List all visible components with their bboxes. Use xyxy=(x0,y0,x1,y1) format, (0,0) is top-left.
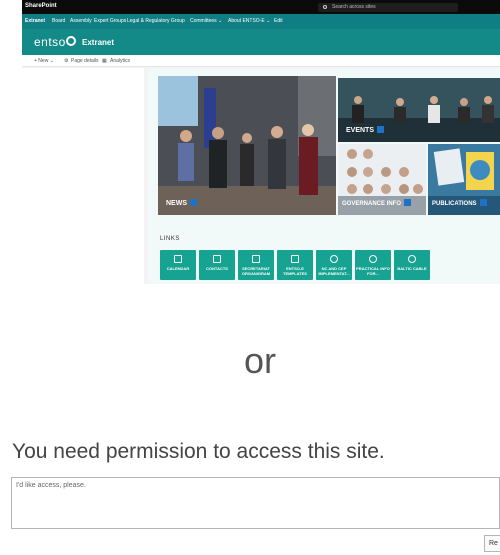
nav-item-committees[interactable]: Committees ⌄ xyxy=(190,18,222,24)
top-nav: Extranet Board Assembly Expert Groups Le… xyxy=(22,14,500,29)
links-heading: LINKS xyxy=(160,236,180,242)
quick-link-label: CONTACTS xyxy=(206,266,228,271)
arrow-icon xyxy=(190,199,197,206)
or-separator: or xyxy=(244,340,277,381)
governance-tile[interactable]: GOVERNANCE INFO xyxy=(338,144,426,215)
governance-label: GOVERNANCE INFO xyxy=(342,199,412,207)
search-icon xyxy=(323,5,327,9)
arrow-icon xyxy=(479,199,487,206)
chart-icon: ▦ xyxy=(102,58,107,64)
nav-item-board[interactable]: Board xyxy=(52,18,65,24)
quick-link-label: NC AND CEP IMPLEMENTAT... xyxy=(318,266,350,276)
quick-link-label: ENTSO-E TEMPLATES xyxy=(283,266,307,276)
nav-item-about[interactable]: About ENTSO-E ⌄ xyxy=(228,18,270,24)
quick-link-label: BALTIC CABLE xyxy=(397,266,427,271)
quick-link-practical-info[interactable]: PRACTICAL INFO FOR... xyxy=(355,250,391,280)
quick-link-label: CALENDAR xyxy=(166,266,190,271)
permission-title: You need permission to access this site. xyxy=(12,440,385,463)
news-photo xyxy=(158,76,336,215)
site-logo[interactable]: entso xyxy=(34,35,66,49)
access-request-message[interactable] xyxy=(11,477,500,529)
sharepoint-screenshot: SharePoint Search across sites Extranet … xyxy=(22,0,500,284)
news-label: NEWS xyxy=(166,199,197,207)
nav-item-assembly[interactable]: Assembly xyxy=(70,18,92,24)
publications-tile[interactable]: PUBLICATIONS xyxy=(428,144,500,215)
gear-icon: ⚙ xyxy=(64,58,69,64)
nav-item-edit[interactable]: Edit xyxy=(274,18,283,24)
page-content: NEWS EVENTS GOVERNANCE INFO PUBLICATIONS… xyxy=(148,68,500,284)
search-box[interactable]: Search across sites xyxy=(318,3,458,12)
quick-link-label: SECRETARIAT ORGANIGRAM xyxy=(241,266,271,276)
nav-item-expert-groups[interactable]: Expert Groups xyxy=(94,18,126,24)
cable-icon xyxy=(408,255,416,263)
globe-icon xyxy=(330,255,338,263)
quick-link-nc-cep[interactable]: NC AND CEP IMPLEMENTAT... xyxy=(316,250,352,280)
new-button[interactable]: + New ⌄ xyxy=(34,58,54,64)
page-details-button[interactable]: Page details xyxy=(71,58,99,64)
org-chart-icon xyxy=(252,255,260,263)
left-pane xyxy=(22,68,144,284)
quick-link-templates[interactable]: ENTSO-E TEMPLATES xyxy=(277,250,313,280)
site-title[interactable]: Extranet xyxy=(82,38,114,47)
app-brand[interactable]: SharePoint xyxy=(25,3,57,9)
quick-link-baltic-cable[interactable]: BALTIC CABLE xyxy=(394,250,430,280)
nav-item-extranet[interactable]: Extranet xyxy=(25,18,45,24)
nav-item-legal-regulatory[interactable]: Legal & Regulatory Group xyxy=(127,18,185,24)
quick-link-label: PRACTICAL INFO FOR... xyxy=(356,266,390,276)
news-tile[interactable]: NEWS xyxy=(158,76,336,215)
info-icon xyxy=(369,255,377,263)
analytics-button[interactable]: Analytics xyxy=(110,58,130,64)
contacts-icon xyxy=(213,255,221,263)
quick-link-calendar[interactable]: CALENDAR xyxy=(160,250,196,280)
suite-bar: SharePoint Search across sites xyxy=(22,0,500,14)
calendar-icon xyxy=(174,255,182,263)
logo-mark-icon xyxy=(66,36,76,46)
quick-link-organigram[interactable]: SECRETARIAT ORGANIGRAM xyxy=(238,250,274,280)
site-header: entso Extranet xyxy=(22,29,500,55)
search-placeholder: Search across sites xyxy=(332,4,376,10)
document-icon xyxy=(291,255,299,263)
arrow-icon xyxy=(377,126,385,133)
events-label: EVENTS xyxy=(346,126,385,134)
quick-link-contacts[interactable]: CONTACTS xyxy=(199,250,235,280)
publications-label: PUBLICATIONS xyxy=(432,199,487,207)
request-access-button[interactable]: Re xyxy=(484,535,500,552)
command-bar: + New ⌄ ⚙ Page details ▦ Analytics xyxy=(22,55,500,67)
arrow-icon xyxy=(404,199,412,206)
events-tile[interactable]: EVENTS xyxy=(338,78,500,142)
